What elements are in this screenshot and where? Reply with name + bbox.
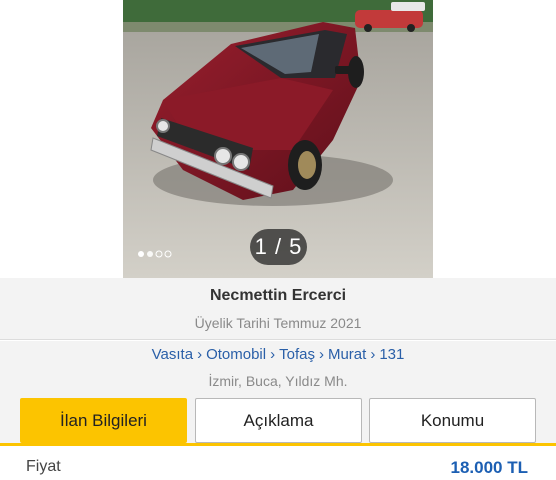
tab-ilan-bilgileri[interactable]: İlan Bilgileri bbox=[20, 398, 187, 443]
seller-info: Necmettin Ercerci Üyelik Tarihi Temmuz 2… bbox=[0, 278, 556, 340]
tab-konumu[interactable]: Konumu bbox=[369, 398, 536, 443]
category-breadcrumb-section: Vasıta › Otomobil › Tofaş › Murat › 131 İzmir, B… bbox=[0, 341, 556, 396]
breadcrumb: Vasıta › Otomobil › Tofaş › Murat › 131 bbox=[0, 346, 556, 363]
seller-name[interactable]: Necmettin Ercerci bbox=[0, 287, 556, 305]
photo-counter: 1 / 5 bbox=[250, 229, 307, 265]
price-row: Fiyat 18.000 TL bbox=[0, 446, 556, 480]
listing-tabs: İlan Bilgileri Açıklama Konumu bbox=[0, 396, 556, 446]
tab-aciklama[interactable]: Açıklama bbox=[195, 398, 362, 443]
breadcrumb-item-131[interactable]: 131 bbox=[379, 346, 404, 363]
breadcrumb-separator: › bbox=[370, 346, 376, 363]
membership-date: Üyelik Tarihi Temmuz 2021 bbox=[194, 315, 362, 331]
breadcrumb-item-murat[interactable]: Murat bbox=[328, 346, 366, 363]
price-value: 18.000 TL bbox=[450, 458, 529, 477]
price-label: Fiyat bbox=[26, 458, 61, 475]
image-indicator-dots bbox=[137, 245, 173, 263]
listing-location: İzmir, Buca, Yıldız Mh. bbox=[208, 373, 348, 389]
listing-photo-gallery[interactable]: 1 / 5 bbox=[0, 0, 556, 278]
breadcrumb-item-otomobil[interactable]: Otomobil bbox=[206, 346, 266, 363]
breadcrumb-item-tofas[interactable]: Tofaş bbox=[279, 346, 315, 363]
breadcrumb-separator: › bbox=[318, 346, 324, 363]
breadcrumb-separator: › bbox=[197, 346, 203, 363]
breadcrumb-item-vasita[interactable]: Vasıta bbox=[152, 346, 193, 363]
breadcrumb-separator: › bbox=[270, 346, 276, 363]
